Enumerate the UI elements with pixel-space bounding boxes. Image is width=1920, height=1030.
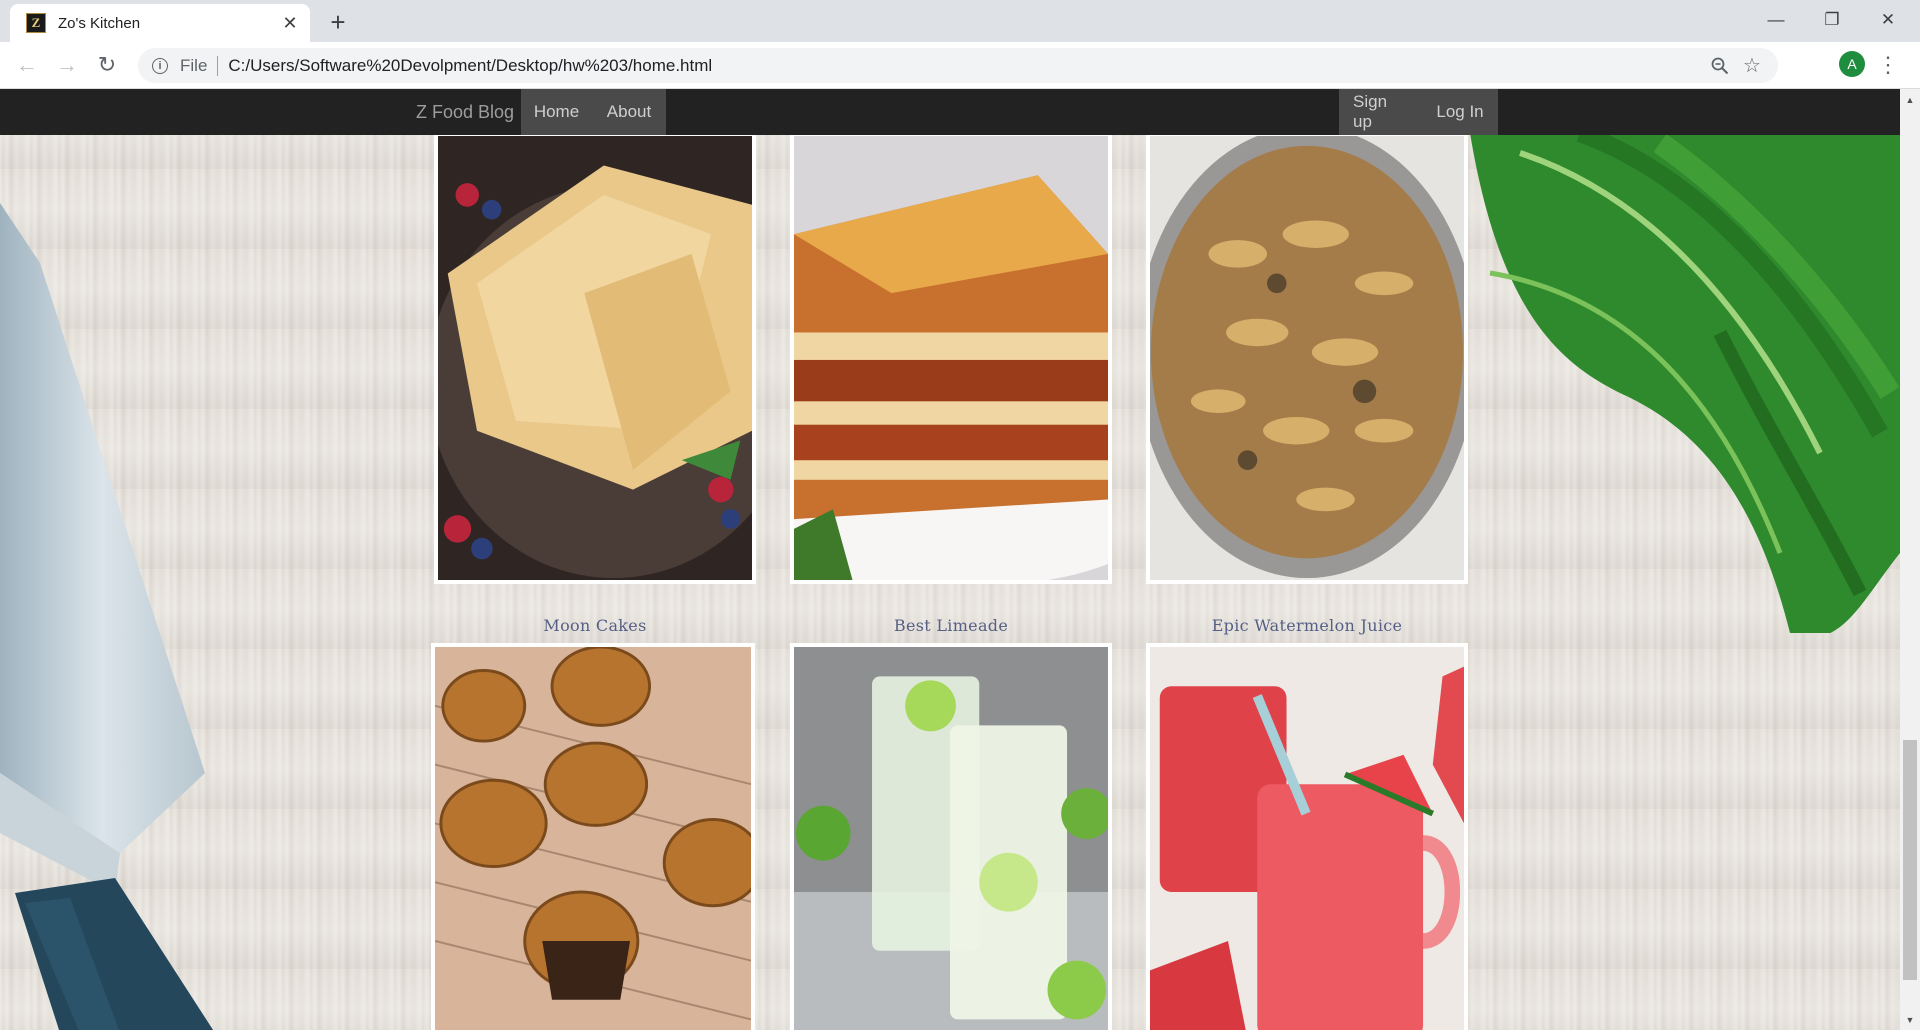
brand-link[interactable]: Z Food Blog	[400, 89, 530, 135]
scrollbar-thumb[interactable]	[1903, 740, 1917, 980]
url-scheme: File	[180, 55, 208, 75]
nav-about[interactable]: About	[592, 89, 666, 135]
new-tab-button[interactable]: +	[324, 8, 352, 36]
browser-tab[interactable]: Z Zo's Kitchen ✕	[10, 4, 310, 42]
minimize-icon[interactable]: —	[1748, 0, 1804, 40]
menu-icon[interactable]: ⋮	[1877, 51, 1899, 79]
leaves-decoration	[1470, 133, 1900, 633]
zoom-icon[interactable]	[1704, 50, 1736, 82]
recipe-image-lasagna[interactable]	[790, 132, 1112, 584]
url-text[interactable]: C:/Users/Software%20Devolpment/Desktop/h…	[228, 56, 712, 76]
scroll-up-icon[interactable]: ▲	[1900, 92, 1920, 108]
knife-decoration	[0, 203, 214, 1030]
recipe-image-watermelon-juice[interactable]	[1146, 643, 1468, 1030]
info-icon[interactable]: i	[152, 57, 168, 74]
forward-icon[interactable]: →	[52, 50, 82, 80]
restore-icon[interactable]: ❐	[1804, 0, 1860, 40]
recipe-caption[interactable]: Moon Cakes	[434, 616, 756, 635]
close-window-icon[interactable]: ✕	[1860, 0, 1916, 40]
nav-home[interactable]: Home	[521, 89, 592, 135]
reload-icon[interactable]: ↻	[92, 50, 122, 80]
back-icon[interactable]: ←	[12, 50, 42, 80]
favicon-icon: Z	[26, 13, 46, 33]
avatar[interactable]: A	[1839, 51, 1865, 77]
recipe-image-limeade[interactable]	[790, 643, 1112, 1030]
browser-tabstrip: Z Zo's Kitchen ✕ + — ❐ ✕	[0, 0, 1920, 42]
star-icon[interactable]: ☆	[1736, 50, 1768, 82]
tab-title: Zo's Kitchen	[58, 14, 141, 32]
recipe-image-crepes[interactable]	[434, 132, 756, 584]
url-separator	[217, 55, 219, 76]
recipe-image-stroganoff[interactable]	[1146, 132, 1468, 584]
site-navbar: Z Food Blog Home About Sign up Log In	[0, 89, 1900, 135]
nav-log-in[interactable]: Log In	[1422, 89, 1498, 135]
nav-sign-up[interactable]: Sign up	[1339, 89, 1422, 135]
recipe-image-moon-cakes[interactable]	[431, 643, 755, 1030]
tab-close-icon[interactable]: ✕	[278, 11, 302, 35]
address-bar[interactable]: i File C:/Users/Software%20Devolpment/De…	[138, 48, 1778, 83]
recipe-caption[interactable]: Best Limeade	[790, 616, 1112, 635]
scroll-down-icon[interactable]: ▼	[1900, 1012, 1920, 1028]
browser-toolbar: ← → ↻ i File C:/Users/Software%20Devolpm…	[0, 42, 1920, 89]
page-body: Moon Cakes Best Limeade Epic Watermelon …	[0, 89, 1900, 1030]
recipe-caption[interactable]: Epic Watermelon Juice	[1146, 616, 1468, 635]
